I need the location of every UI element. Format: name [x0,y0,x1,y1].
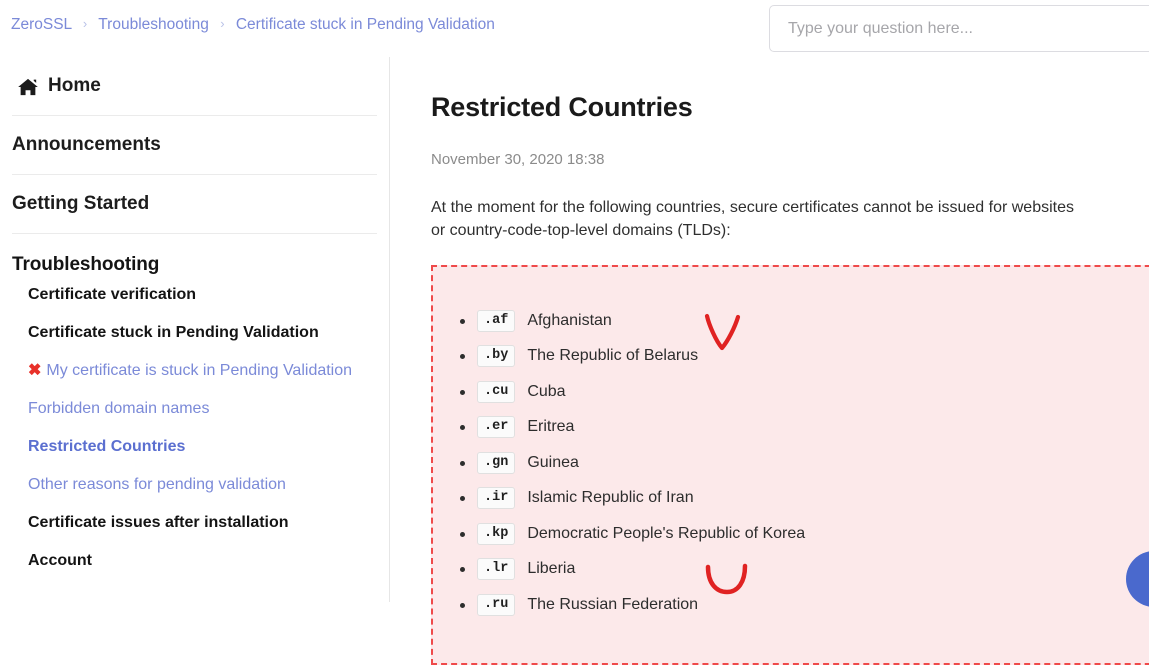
sidebar-item-getting-started[interactable]: Getting Started [12,175,377,234]
country-list-item: .ru The Russian Federation [460,587,1149,623]
breadcrumb-separator-icon: › [220,16,225,31]
sidebar-item-certificate-verification[interactable]: Certificate verification [0,276,389,314]
sidebar-item-account[interactable]: Account [0,542,389,580]
country-name-label: Islamic Republic of Iran [527,489,694,507]
article-intro-text: At the moment for the following countrie… [431,199,1074,239]
country-name-label: Guinea [527,453,579,471]
breadcrumb-item-zerossl[interactable]: ZeroSSL [11,16,72,33]
sidebar-sub-list: Certificate verification Certificate stu… [0,276,389,580]
country-tld-badge: .af [477,309,516,332]
country-tld-badge: .er [477,416,516,439]
sidebar-item-label: Other reasons for pending validation [28,476,286,493]
country-tld-badge: .ru [477,593,516,616]
country-name-label: The Republic of Belarus [527,347,699,365]
country-tld-badge: .cu [477,380,516,403]
page-title: Restricted Countries [431,92,693,122]
home-icon [18,78,38,96]
breadcrumb: ZeroSSL › Troubleshooting › Certificate … [11,14,495,36]
country-list-item: .lr Liberia [460,552,1149,588]
country-name-label: Cuba [527,382,566,400]
country-list: .af Afghanistan .by The Republic of Belarus… [433,289,1149,623]
search-input[interactable] [769,5,1149,52]
sidebar-item-other-reasons[interactable]: Other reasons for pending validation [0,466,389,504]
country-name-label: Liberia [527,560,576,578]
breadcrumb-item-troubleshooting[interactable]: Troubleshooting [98,16,209,33]
country-list-item: .gn Guinea [460,445,1149,481]
country-list-item: .by The Republic of Belarus [460,339,1149,375]
sidebar-item-forbidden-domain-names[interactable]: Forbidden domain names [0,390,389,428]
sidebar-item-label: My certificate is stuck in Pending Valid… [46,362,353,379]
sidebar-item-label: Account [28,552,92,569]
sidebar-item-label: Certificate verification [28,286,197,303]
country-list-item: .er Eritrea [460,410,1149,446]
breadcrumb-item-current[interactable]: Certificate stuck in Pending Validation [236,16,495,33]
sidebar-navigation: Home Announcements Getting Started Troub… [0,57,390,602]
article-timestamp: November 30, 2020 18:38 [431,151,605,168]
sidebar-top-list: Home Announcements Getting Started [0,57,389,234]
top-bar: ZeroSSL › Troubleshooting › Certificate … [0,0,1149,57]
search-container [769,5,1149,52]
sidebar-item-label: Announcements [12,134,161,155]
sidebar-item-label: Home [48,75,101,96]
sidebar-item-label: Certificate issues after installation [28,514,289,531]
country-name-label: Eritrea [527,418,575,436]
country-tld-badge: .lr [477,558,516,581]
country-name-label: Democratic People's Republic of Korea [527,524,806,542]
sidebar-item-label: Getting Started [12,193,150,214]
breadcrumb-separator-icon: › [82,16,88,31]
sidebar-item-home[interactable]: Home [12,57,377,116]
sidebar-item-my-certificate-stuck[interactable]: ✖ My certificate is stuck in Pending Vali… [0,352,389,390]
country-list-item: .cu Cuba [460,374,1149,410]
country-tld-badge: .gn [477,451,516,474]
country-name-label: Afghanistan [527,311,612,329]
sidebar-item-label: Forbidden domain names [28,400,210,417]
sidebar-item-label: Restricted Countries [28,438,186,455]
sidebar-item-label: Certificate stuck in Pending Validation [28,324,319,341]
sidebar-item-certificate-issues-after-installation[interactable]: Certificate issues after installation [0,504,389,542]
country-tld-badge: .ir [477,487,516,510]
restricted-countries-alert: .af Afghanistan .by The Republic of Belarus… [431,265,1149,665]
country-tld-badge: .kp [477,522,516,545]
country-list-item: .ir Islamic Republic of Iran [460,481,1149,517]
sidebar-item-restricted-countries[interactable]: Restricted Countries [0,428,389,466]
x-mark-icon: ✖ [28,362,42,379]
country-list-item: .kp Democratic People's Republic of Korea [460,516,1149,552]
sidebar-section-troubleshooting[interactable]: Troubleshooting [0,234,389,276]
country-tld-badge: .by [477,345,516,368]
sidebar-item-announcements[interactable]: Announcements [12,116,377,175]
sidebar-item-certificate-stuck-pending[interactable]: Certificate stuck in Pending Validation [0,314,389,352]
country-list-item: .af Afghanistan [460,303,1149,339]
country-name-label: The Russian Federation [527,595,699,613]
